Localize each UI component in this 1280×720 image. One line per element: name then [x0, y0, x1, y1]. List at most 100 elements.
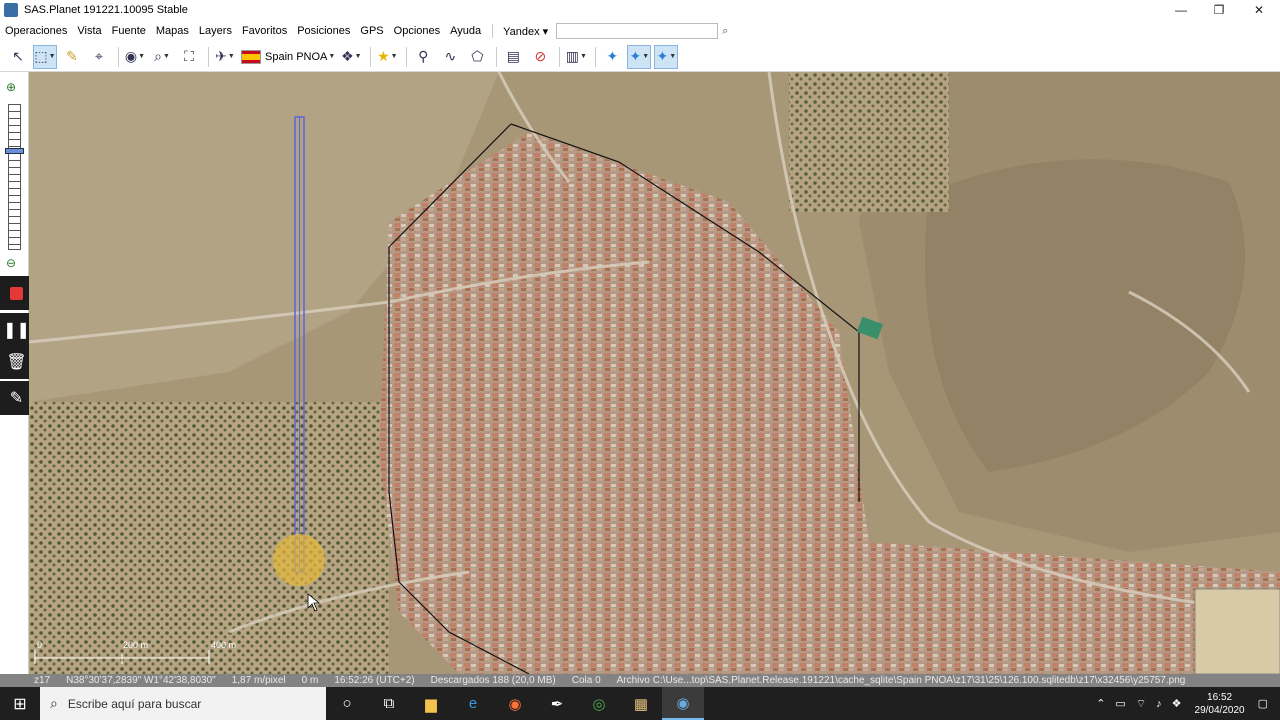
fullscreen-button[interactable]: ⛶: [177, 45, 201, 69]
clock-time: 16:52: [1207, 691, 1233, 703]
search-input[interactable]: [556, 23, 719, 39]
menu-opciones[interactable]: Opciones: [389, 25, 445, 37]
network-icon[interactable]: ⌔: [1136, 697, 1146, 711]
media-icon: ▦: [633, 695, 649, 713]
zoom-in-icon: ⊕: [6, 80, 17, 94]
maximize-button[interactable]: ❐: [1200, 0, 1238, 20]
cortana-button[interactable]: ○: [326, 687, 368, 720]
path-button[interactable]: ∿: [438, 45, 462, 69]
chevron-down-icon: ▼: [138, 53, 146, 60]
zoom-out-button[interactable]: ⊖: [6, 256, 22, 272]
search-icon: ⌕: [50, 695, 58, 711]
menu-layers[interactable]: Layers: [194, 25, 237, 37]
status-downloaded: Descargados 188 (20,0 MB): [430, 675, 556, 686]
menu-fuente[interactable]: Fuente: [107, 25, 151, 37]
windows-logo-icon: ⊞: [13, 695, 27, 713]
chevron-down-icon: ▼: [390, 53, 398, 60]
system-tray: ⌃ ▭ ⌔ ♪ ❖ 16:52 29/04/2020 ▢: [1091, 687, 1280, 720]
map-source-label: Spain PNOA: [265, 50, 328, 63]
taskbar-search-placeholder: Escribe aquí para buscar: [67, 696, 202, 711]
globe-button[interactable]: ◉ ▼: [123, 45, 147, 69]
status-queue: Cola 0: [571, 675, 601, 686]
gps-connect-button[interactable]: ✦: [600, 45, 624, 69]
zoom-icon: ⌕: [154, 48, 162, 64]
mini-map[interactable]: [1194, 588, 1280, 674]
chevron-down-icon: ▼: [579, 53, 587, 60]
search-provider-label: Yandex: [503, 25, 540, 38]
gps-position-marker[interactable]: [273, 534, 325, 586]
window-title: SAS.Planet 191221.10095 Stable: [24, 4, 188, 16]
menu-separator: [492, 24, 494, 38]
cache-icon: ▤: [506, 48, 520, 64]
path-icon: ∿: [444, 48, 457, 64]
menu-ayuda[interactable]: Ayuda: [445, 25, 486, 37]
search-provider-select[interactable]: Yandex ▾: [499, 25, 552, 38]
gps-settings-button[interactable]: ▥ ▼: [564, 45, 588, 69]
chrome-button[interactable]: ◎: [578, 687, 620, 720]
map-view[interactable]: 0 200 m 400 m: [29, 72, 1280, 674]
zoom-in-button[interactable]: ⊕: [6, 80, 22, 96]
cursor-icon: ↖: [12, 48, 24, 64]
status-distance: 0 m: [301, 675, 319, 686]
start-button[interactable]: ⊞: [0, 687, 40, 720]
minimize-button[interactable]: —: [1162, 0, 1200, 20]
favorites-button[interactable]: ★ ▼: [375, 45, 399, 69]
satellite-map[interactable]: 0 200 m 400 m: [29, 72, 1280, 674]
menu-gps[interactable]: GPS: [355, 25, 388, 37]
chevron-down-icon: ▼: [642, 53, 650, 60]
selection-icon: ⬚: [34, 48, 48, 64]
task-view-button[interactable]: ⧉: [368, 687, 410, 720]
media-player-button[interactable]: ▦: [620, 687, 662, 720]
status-resolution: 1,87 m/pixel: [231, 675, 286, 686]
firefox-button[interactable]: ◉: [494, 687, 536, 720]
battery-icon[interactable]: ▭: [1115, 697, 1125, 710]
label-tool-button[interactable]: ⌖: [87, 45, 111, 69]
windows-taskbar: ⊞ ⌕ Escribe aquí para buscar ○ ⧉ ▆ e ◉ ✒…: [0, 687, 1280, 720]
gps-track-button[interactable]: ✦ ▼: [627, 44, 652, 69]
dropbox-icon[interactable]: ❖: [1172, 697, 1182, 710]
stop-button[interactable]: ⊘: [528, 45, 552, 69]
close-button[interactable]: ✕: [1240, 0, 1278, 20]
placemark-button[interactable]: ⚲: [411, 45, 435, 69]
zoom-slider-thumb[interactable]: [5, 148, 24, 154]
olive-groves-sw: [29, 402, 389, 674]
menu-mapas[interactable]: Mapas: [151, 25, 194, 37]
toolbar-separator: [496, 46, 498, 67]
menu-vista[interactable]: Vista: [72, 25, 106, 37]
zoom-slider[interactable]: [8, 104, 21, 250]
toolbar-separator: [118, 46, 119, 67]
pointer-tool-button[interactable]: ↖: [6, 45, 30, 69]
map-source-select[interactable]: Spain PNOA ▼: [240, 45, 336, 69]
notifications-icon[interactable]: ▢: [1258, 697, 1268, 710]
title-bar: SAS.Planet 191221.10095 Stable — ❐ ✕: [0, 0, 1280, 20]
chevron-down-icon: ▼: [328, 53, 336, 60]
ruler-tool-button[interactable]: ✎: [60, 45, 84, 69]
cache-button[interactable]: ▤: [501, 45, 525, 69]
file-explorer-button[interactable]: ▆: [410, 687, 452, 720]
edge-icon: e: [468, 695, 478, 712]
volume-icon[interactable]: ♪: [1156, 698, 1162, 710]
menu-favoritos[interactable]: Favoritos: [237, 25, 292, 37]
layers-icon: ❖: [341, 48, 354, 64]
inkscape-button[interactable]: ✒: [536, 687, 578, 720]
menu-posiciones[interactable]: Posiciones: [292, 25, 355, 37]
folder-icon: ▆: [425, 695, 437, 713]
edge-button[interactable]: e: [452, 687, 494, 720]
menu-operaciones[interactable]: Operaciones: [0, 25, 72, 37]
fullscreen-icon: ⛶: [184, 48, 194, 64]
chevron-down-icon: ▼: [162, 53, 170, 60]
taskbar-search[interactable]: ⌕ Escribe aquí para buscar: [40, 687, 326, 720]
polygon-button[interactable]: ⬠: [465, 45, 489, 69]
zoom-button[interactable]: ⌕ ▼: [150, 45, 174, 69]
layers-button[interactable]: ❖ ▼: [339, 45, 363, 69]
gps-center-button[interactable]: ✦ ▼: [654, 44, 679, 69]
clock[interactable]: 16:52 29/04/2020: [1195, 691, 1245, 717]
chevron-up-icon[interactable]: ⌃: [1096, 697, 1105, 710]
satellite-button[interactable]: ✈ ▼: [213, 45, 237, 69]
polygon-icon: ⬠: [471, 48, 484, 64]
selection-tool-button[interactable]: ⬚ ▼: [33, 44, 57, 69]
search-icon[interactable]: ⌕: [722, 25, 728, 38]
chevron-down-icon: ▼: [669, 53, 677, 60]
sasplanet-taskbar-button[interactable]: ◉: [662, 687, 704, 720]
toolbar-separator: [406, 46, 408, 67]
